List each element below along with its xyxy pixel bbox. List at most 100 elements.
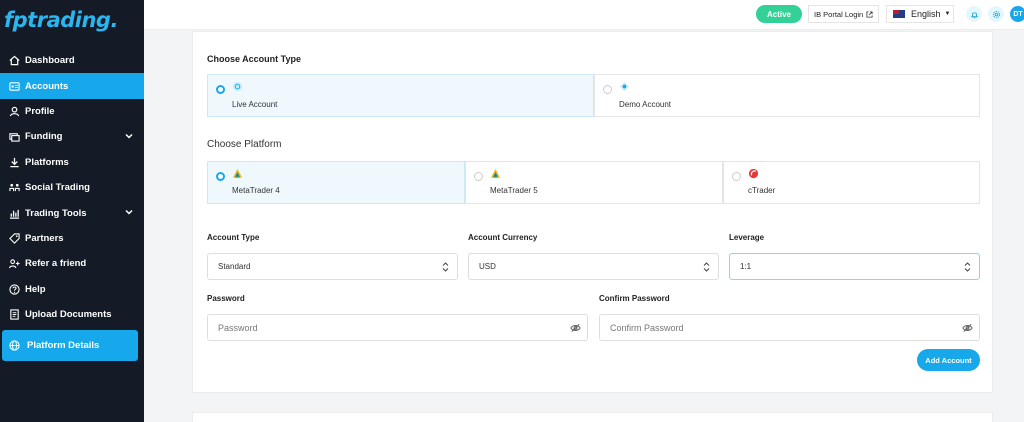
sidebar-item-trading-tools[interactable]: Trading Tools [0,200,144,225]
password-placeholder: Password [218,322,258,333]
language-label: English [911,9,941,19]
ctrader-radio[interactable] [732,172,741,181]
account-type-value: Standard [218,262,251,271]
demo-account-radio[interactable] [603,85,612,94]
leverage-label: Leverage [729,233,765,242]
select-arrows-icon [964,262,971,274]
sidebar-item-label: Platform Details [27,340,100,351]
sidebar-item-profile[interactable]: Profile [0,99,144,124]
sidebar-item-upload-documents[interactable]: Upload Documents [0,302,144,327]
sidebar-item-platform-details[interactable]: Platform Details [2,330,138,361]
sidebar-item-label: Profile [25,105,55,117]
account-currency-select[interactable]: USD [468,253,719,280]
sidebar-item-label: Partners [25,232,64,244]
sidebar-item-refer-a-friend[interactable]: Refer a friend [0,251,144,276]
notification-bell-button[interactable] [966,6,982,22]
choose-platform-title: Choose Platform [207,139,282,150]
choose-account-type-title: Choose Account Type [207,54,302,64]
metatrader-5-label: MetaTrader 5 [490,186,538,195]
leverage-value: 1:1 [740,262,752,271]
top-header: Active IB Portal Login English ▼ DT [144,0,1024,30]
sidebar-item-dashboard[interactable]: Dashboard [0,48,144,73]
settings-button[interactable] [988,6,1004,22]
confirm-password-label: Confirm Password [599,294,670,303]
sidebar-item-funding[interactable]: Funding [0,124,144,149]
live-account-radio[interactable] [216,85,225,94]
ctrader-option[interactable]: cTrader [723,161,980,204]
demo-account-label: Demo Account [619,100,672,109]
account-currency-value: USD [479,262,496,271]
status-badge: Active [756,5,802,23]
sidebar-item-label: Help [25,283,46,295]
bell-icon [970,11,978,18]
sidebar-item-label: Upload Documents [25,309,112,321]
password-label: Password [207,294,245,303]
metatrader-5-option[interactable]: MetaTrader 5 [465,161,723,204]
live-account-label: Live Account [232,100,278,109]
sidebar-item-label: Dashboard [25,55,75,67]
gear-icon [992,10,1000,18]
demo-account-icon [619,81,630,92]
sidebar-item-label: Funding [25,131,63,143]
tag-icon [8,232,20,244]
sidebar-item-label: Trading Tools [25,207,87,219]
logo-text: fptrading [4,8,111,32]
chevron-down-icon[interactable] [124,131,134,144]
home-icon [8,55,20,67]
logo-dot: . [110,8,118,32]
sidebar: fptrading. Dashboard Accounts Profile Fu… [0,0,144,422]
confirm-password-placeholder: Confirm Password [610,322,684,333]
language-selector[interactable]: English ▼ [886,5,954,23]
upload-icon [8,309,20,321]
globe-icon [9,339,21,352]
funding-icon [8,131,20,143]
account-type-select[interactable]: Standard [207,253,458,280]
metatrader-4-icon [232,168,243,178]
metatrader-5-radio[interactable] [474,172,483,181]
metatrader-4-label: MetaTrader 4 [232,186,280,195]
sidebar-item-label: Accounts [25,80,69,92]
sidebar-nav: Dashboard Accounts Profile Funding Platf… [0,48,144,327]
ctrader-label: cTrader [748,186,776,195]
sidebar-item-social-trading[interactable]: Social Trading [0,175,144,200]
secondary-card [192,412,993,422]
sidebar-item-label: Platforms [25,156,69,168]
refer-icon [8,258,20,270]
select-arrows-icon [703,262,710,274]
select-arrows-icon [442,262,449,274]
leverage-select[interactable]: 1:1 [729,253,980,280]
accounts-icon [8,80,20,92]
sidebar-item-accounts[interactable]: Accounts [0,73,144,99]
caret-down-icon: ▼ [944,11,951,17]
add-account-button[interactable]: Add Account [917,349,980,371]
metatrader-5-icon [490,168,501,178]
live-account-icon [232,81,243,92]
australia-flag-icon [893,10,905,18]
sidebar-item-platforms[interactable]: Platforms [0,150,144,175]
metatrader-4-radio[interactable] [216,172,225,181]
eye-slash-icon[interactable] [962,323,973,335]
ctrader-icon [748,168,759,179]
eye-slash-icon[interactable] [570,323,581,335]
external-link-icon [866,10,873,18]
sidebar-item-partners[interactable]: Partners [0,226,144,251]
sidebar-item-label: Refer a friend [25,258,87,270]
download-icon [8,156,20,168]
ib-portal-login-label: IB Portal Login [814,9,864,19]
user-avatar[interactable]: DT [1010,6,1024,22]
chevron-down-icon[interactable] [124,207,134,220]
sidebar-item-label: Social Trading [25,182,90,194]
account-type-label: Account Type [207,233,260,242]
social-icon [8,182,20,194]
tools-icon [8,207,20,219]
account-currency-label: Account Currency [468,233,538,242]
demo-account-option[interactable]: Demo Account [594,74,980,117]
profile-icon [8,105,20,117]
live-account-option[interactable]: Live Account [207,74,594,117]
metatrader-4-option[interactable]: MetaTrader 4 [207,161,465,204]
sidebar-item-help[interactable]: Help [0,277,144,302]
brand-logo[interactable]: fptrading. [4,8,118,32]
ib-portal-login-link[interactable]: IB Portal Login [808,5,880,23]
confirm-password-field[interactable]: Confirm Password [599,314,980,341]
password-field[interactable]: Password [207,314,588,341]
